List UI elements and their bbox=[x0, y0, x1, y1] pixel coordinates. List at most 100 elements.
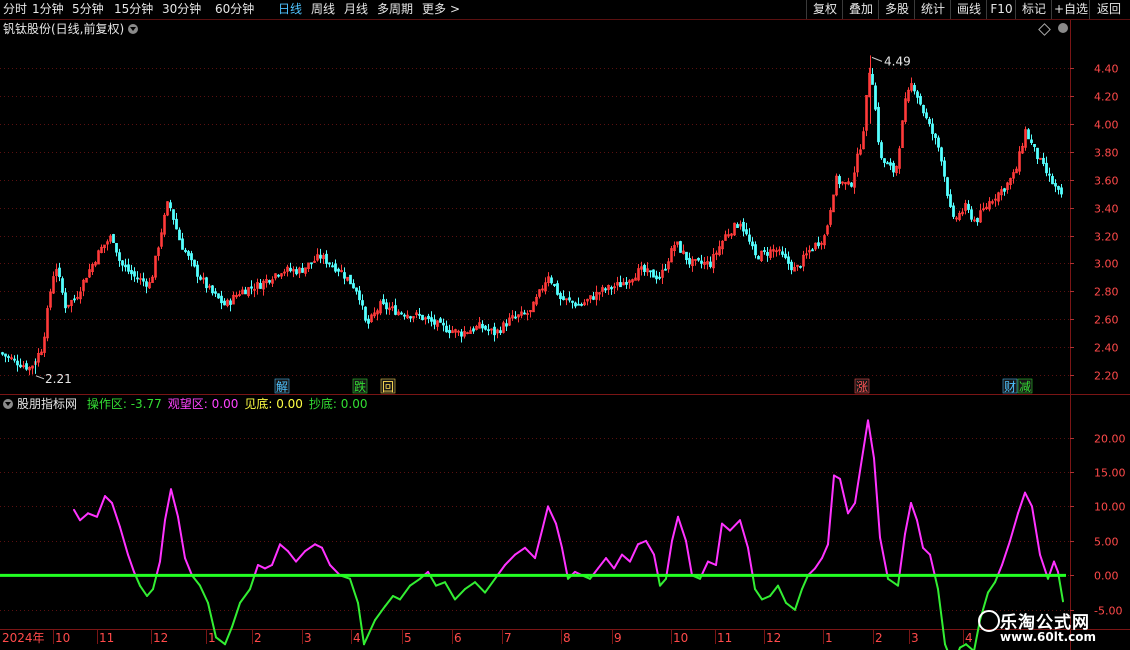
candle-body bbox=[289, 267, 292, 272]
candle-body bbox=[754, 244, 757, 256]
candle-body bbox=[409, 316, 412, 319]
candle-body bbox=[952, 205, 955, 217]
candle-body bbox=[364, 306, 367, 321]
candle-body bbox=[16, 360, 19, 366]
indicator-segment bbox=[929, 553, 936, 577]
indicator-segment bbox=[514, 546, 526, 556]
candle-body bbox=[19, 364, 22, 368]
indicator-segment bbox=[1048, 560, 1055, 577]
candle-body bbox=[892, 162, 895, 173]
candle-body bbox=[937, 137, 940, 148]
candle-body bbox=[742, 221, 745, 232]
indicator-segment bbox=[665, 539, 673, 577]
candle-body bbox=[1057, 186, 1060, 190]
indicator-segment bbox=[541, 505, 549, 532]
indicator-segment bbox=[534, 529, 543, 560]
candle-body bbox=[403, 314, 406, 317]
candle-body bbox=[58, 267, 61, 278]
x-axis-label: 4 bbox=[353, 631, 361, 645]
candle-body bbox=[142, 278, 145, 282]
candle-body bbox=[556, 283, 559, 295]
high-price-label: 4.49 bbox=[884, 54, 911, 68]
indicator-segment bbox=[729, 519, 741, 532]
candle-body bbox=[697, 257, 700, 261]
indicator-segment bbox=[777, 584, 787, 604]
indicator-segment bbox=[987, 581, 996, 594]
indicator-segment bbox=[1031, 505, 1041, 556]
indicator-segment bbox=[177, 515, 186, 560]
indicator-segment bbox=[605, 557, 615, 570]
indicator-segment bbox=[87, 512, 98, 518]
candle-body bbox=[499, 330, 502, 334]
indicator-segment bbox=[392, 595, 401, 601]
candle-body bbox=[1045, 162, 1048, 174]
candle-body bbox=[763, 250, 766, 252]
indicator-segment bbox=[304, 543, 316, 553]
candle-body bbox=[550, 277, 553, 284]
candle-body bbox=[124, 264, 127, 268]
candle-body bbox=[946, 177, 949, 196]
indicator-segment bbox=[761, 595, 771, 601]
x-axis-label: 1 bbox=[825, 631, 833, 645]
candle-body bbox=[277, 274, 280, 277]
low-price-label: 2.21 bbox=[45, 372, 72, 386]
candle-body bbox=[448, 329, 451, 334]
x-axis-label: 2 bbox=[254, 631, 262, 645]
indicator-tick-label: 15.00 bbox=[1094, 467, 1126, 480]
indicator-segment bbox=[801, 574, 809, 591]
indicator-segment bbox=[409, 577, 421, 587]
x-axis-label: 10 bbox=[673, 631, 688, 645]
indicator-segment bbox=[561, 546, 569, 577]
indicator-segment bbox=[164, 488, 172, 522]
candle-body bbox=[751, 241, 754, 247]
candle-body bbox=[64, 292, 67, 309]
candle-body bbox=[1048, 173, 1051, 176]
candle-body bbox=[136, 277, 139, 280]
candle-body bbox=[268, 280, 271, 283]
x-axis-label: 12 bbox=[766, 631, 781, 645]
candle-body bbox=[736, 224, 739, 228]
candle-body bbox=[799, 265, 802, 268]
indicator-segment bbox=[827, 474, 835, 546]
indicator-segment bbox=[146, 588, 154, 597]
candle-body bbox=[214, 291, 217, 294]
indicator-segment bbox=[271, 543, 281, 566]
candle-body bbox=[382, 299, 385, 305]
indicator-segment bbox=[922, 546, 931, 556]
indicator-segment bbox=[910, 502, 918, 522]
candle-body bbox=[940, 147, 943, 162]
indicator-segment bbox=[897, 574, 901, 587]
indicator-segment bbox=[769, 584, 779, 597]
indicator-segment bbox=[231, 601, 241, 628]
candle-body bbox=[790, 261, 793, 271]
candle-body bbox=[1054, 183, 1057, 187]
candle-body bbox=[838, 176, 841, 185]
x-axis-label: 8 bbox=[563, 631, 571, 645]
candle-body bbox=[919, 95, 922, 105]
event-marker-5: 减 bbox=[1019, 380, 1031, 394]
indicator-segment bbox=[933, 574, 939, 591]
candle-body bbox=[1036, 147, 1039, 160]
indicator-tick-label: 20.00 bbox=[1094, 433, 1126, 446]
indicator-segment bbox=[215, 636, 226, 646]
watermark: 乐淘公式网 www.60lt.com bbox=[978, 604, 1118, 648]
indicator-tick-label: 0.00 bbox=[1094, 570, 1119, 583]
indicator-segment bbox=[1057, 574, 1064, 603]
candle-body bbox=[352, 283, 355, 289]
candle-body bbox=[442, 322, 445, 326]
indicator-segment bbox=[707, 560, 717, 566]
indicator-segment bbox=[264, 564, 273, 570]
indicator-segment bbox=[429, 574, 437, 587]
price-tick-label: 2.60 bbox=[1094, 314, 1119, 327]
x-axis-label: 4 bbox=[965, 631, 973, 645]
candle-body bbox=[343, 272, 346, 279]
candle-body bbox=[889, 162, 892, 166]
candle-body bbox=[199, 276, 202, 280]
indicator-segment bbox=[363, 619, 376, 646]
candle-body bbox=[487, 329, 490, 332]
candle-body bbox=[169, 202, 172, 209]
candle-body bbox=[172, 209, 175, 220]
candle-body bbox=[610, 287, 613, 290]
candle-body bbox=[181, 238, 184, 250]
candle-body bbox=[334, 263, 337, 272]
